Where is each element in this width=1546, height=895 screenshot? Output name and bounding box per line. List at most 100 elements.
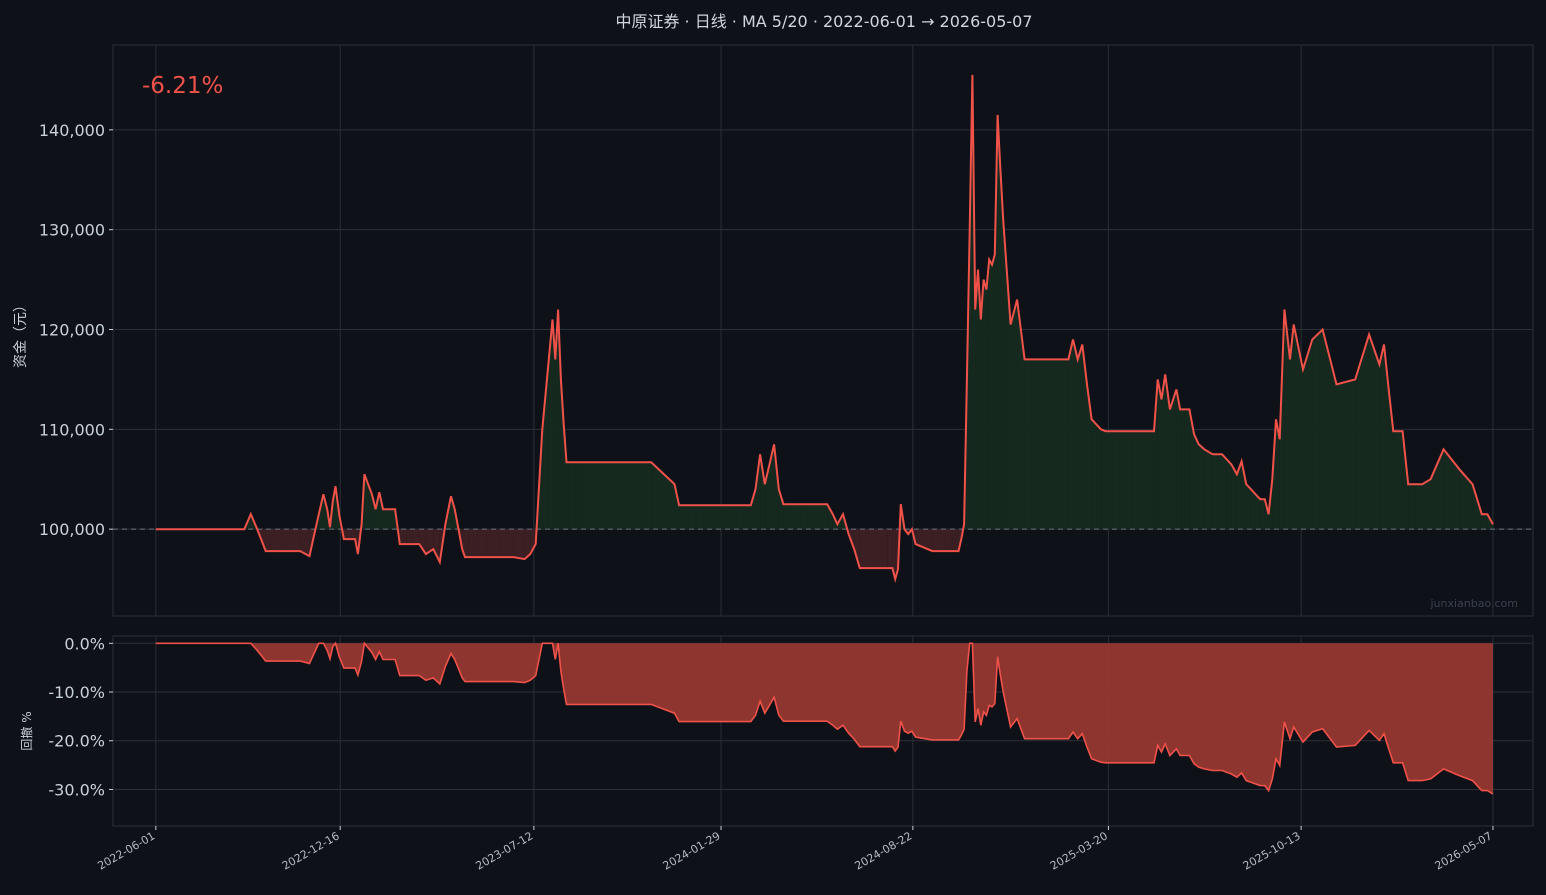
equity-fill-segment [952,529,956,552]
equity-fill-segment [499,529,514,558]
equity-fill-segment [1096,424,1101,530]
equity-fill-segment [282,529,301,552]
equity-fill-segment [1147,431,1155,530]
equity-fill-segment [1204,449,1213,530]
equity-fill-segment [1260,499,1265,530]
equity-fill-segment [1336,379,1356,530]
equity-fill-segment [1481,514,1488,530]
equity-fill-segment [464,529,469,558]
equity-fill-segment [1198,444,1205,530]
equity-fill-segment [622,462,652,530]
equity-fill-segment [877,529,888,569]
equity-fill-segment [486,529,500,558]
equity-fill-segment [688,505,704,530]
y-tick-label: 100,000 [39,520,105,539]
equity-fill-segment [406,529,413,545]
equity-fill-segment [468,529,474,558]
y-tick-label: 140,000 [39,121,105,140]
y-tick-label: -10.0% [48,683,105,702]
equity-fill-segment [1077,344,1083,530]
equity-fill-segment [513,529,525,560]
equity-fill-segment [736,505,751,530]
equity-fill-segment [1112,431,1133,530]
equity-fill-segment [399,529,407,545]
equity-fill-segment [679,505,689,530]
drawdown-panel: 0.0% -10.0% -20.0% -30.0% 回撤 % [19,634,1534,827]
equity-fill-segment [566,462,570,530]
equity-fill-segment [932,529,945,552]
equity-fill-segment [1053,359,1069,530]
equity-fill-segment [989,259,993,530]
equity-fill-segment [412,529,420,545]
equity-fill-segment [1141,431,1148,530]
equity-fill-segment [1010,299,1018,530]
equity-fill-segment [1408,484,1415,530]
equity-fill-segment [269,529,283,552]
equity-fill-segment [1105,431,1109,530]
equity-fill-segment [386,509,391,530]
equity-fill-segment [1397,431,1403,530]
equity-fill-segment [1024,359,1040,530]
backtest-chart: 中原证券 · 日线 · MA 5/20 · 2022-06-01 → 2026-… [0,0,1546,895]
equity-fill-segment [473,529,478,558]
y-tick-label: 0.0% [64,634,105,653]
drawdown-y-axis-label: 回撤 % [19,711,34,750]
equity-fill-segment [578,462,583,530]
equity-fill-segment [955,529,959,552]
equity-fill-segment [1180,409,1185,530]
equity-fill-segment [807,504,828,530]
y-tick-label: 120,000 [39,321,105,340]
equity-fill-segment [1226,459,1232,530]
equity-fill-segment [1414,484,1423,530]
equity-fill-segment [1379,344,1385,530]
equity-fill-segment [1246,484,1251,530]
equity-fill-segment [1422,479,1431,530]
equity-fill-segment [859,529,878,569]
equity-fill-segment [783,504,790,530]
equity-fill-segment [347,529,352,540]
equity-fill-segment [1393,431,1398,530]
watermark: junxianbao.com [1429,597,1518,610]
equity-fill-segment [1212,454,1218,530]
equity-fill-segment [351,529,356,540]
equity-fill-segment [1312,329,1323,530]
equity-fill-segment [1221,454,1227,530]
equity-fill-segment [1250,489,1256,530]
equity-fill-segment [383,509,387,530]
y-tick-label: -30.0% [48,780,105,799]
equity-fill-segment [1132,431,1142,530]
equity-fill-segment [1100,429,1106,530]
equity-fill-segment [944,529,951,552]
equity-fill-segment [265,529,270,552]
equity-fill-segment [594,462,623,530]
equity-fill-segment [1091,419,1097,530]
equity-fill-segment [992,254,995,530]
equity-fill-segment [789,504,808,530]
equity-fill-segment [1184,409,1190,530]
y-tick-label: 130,000 [39,221,105,240]
equity-fill-segment [1108,431,1113,530]
equity-fill-segment [1039,359,1054,530]
equity-fill-segment [582,462,595,530]
equity-fill-segment [1068,339,1074,530]
equity-fill-segment [1169,389,1177,530]
equity-panel: 100,000 110,000 120,000 130,000 140,000 -6.2… [13,44,1534,617]
equity-fill-segment [1369,334,1380,530]
equity-fill-segment [572,462,576,530]
equity-y-axis-label: 资金（元） [13,298,29,368]
equity-fill-segment [986,259,990,530]
equity-fill-segment [569,462,573,530]
equity-fill-segment [950,529,953,552]
y-tick-label: -20.0% [48,732,105,751]
equity-fill-segment [1194,434,1199,530]
chart-title: 中原证券 · 日线 · MA 5/20 · 2022-06-01 → 2026-… [615,12,1032,31]
equity-fill-segment [1073,339,1078,530]
equity-fill-segment [390,509,396,530]
total-return-label: -6.21% [142,73,223,99]
equity-fill-segment [703,505,737,530]
equity-fill-segment [1157,379,1162,530]
equity-fill-segment [887,529,893,569]
equity-fill-segment [477,529,487,558]
equity-fill-segment [983,279,987,530]
y-tick-label: 110,000 [39,420,105,439]
